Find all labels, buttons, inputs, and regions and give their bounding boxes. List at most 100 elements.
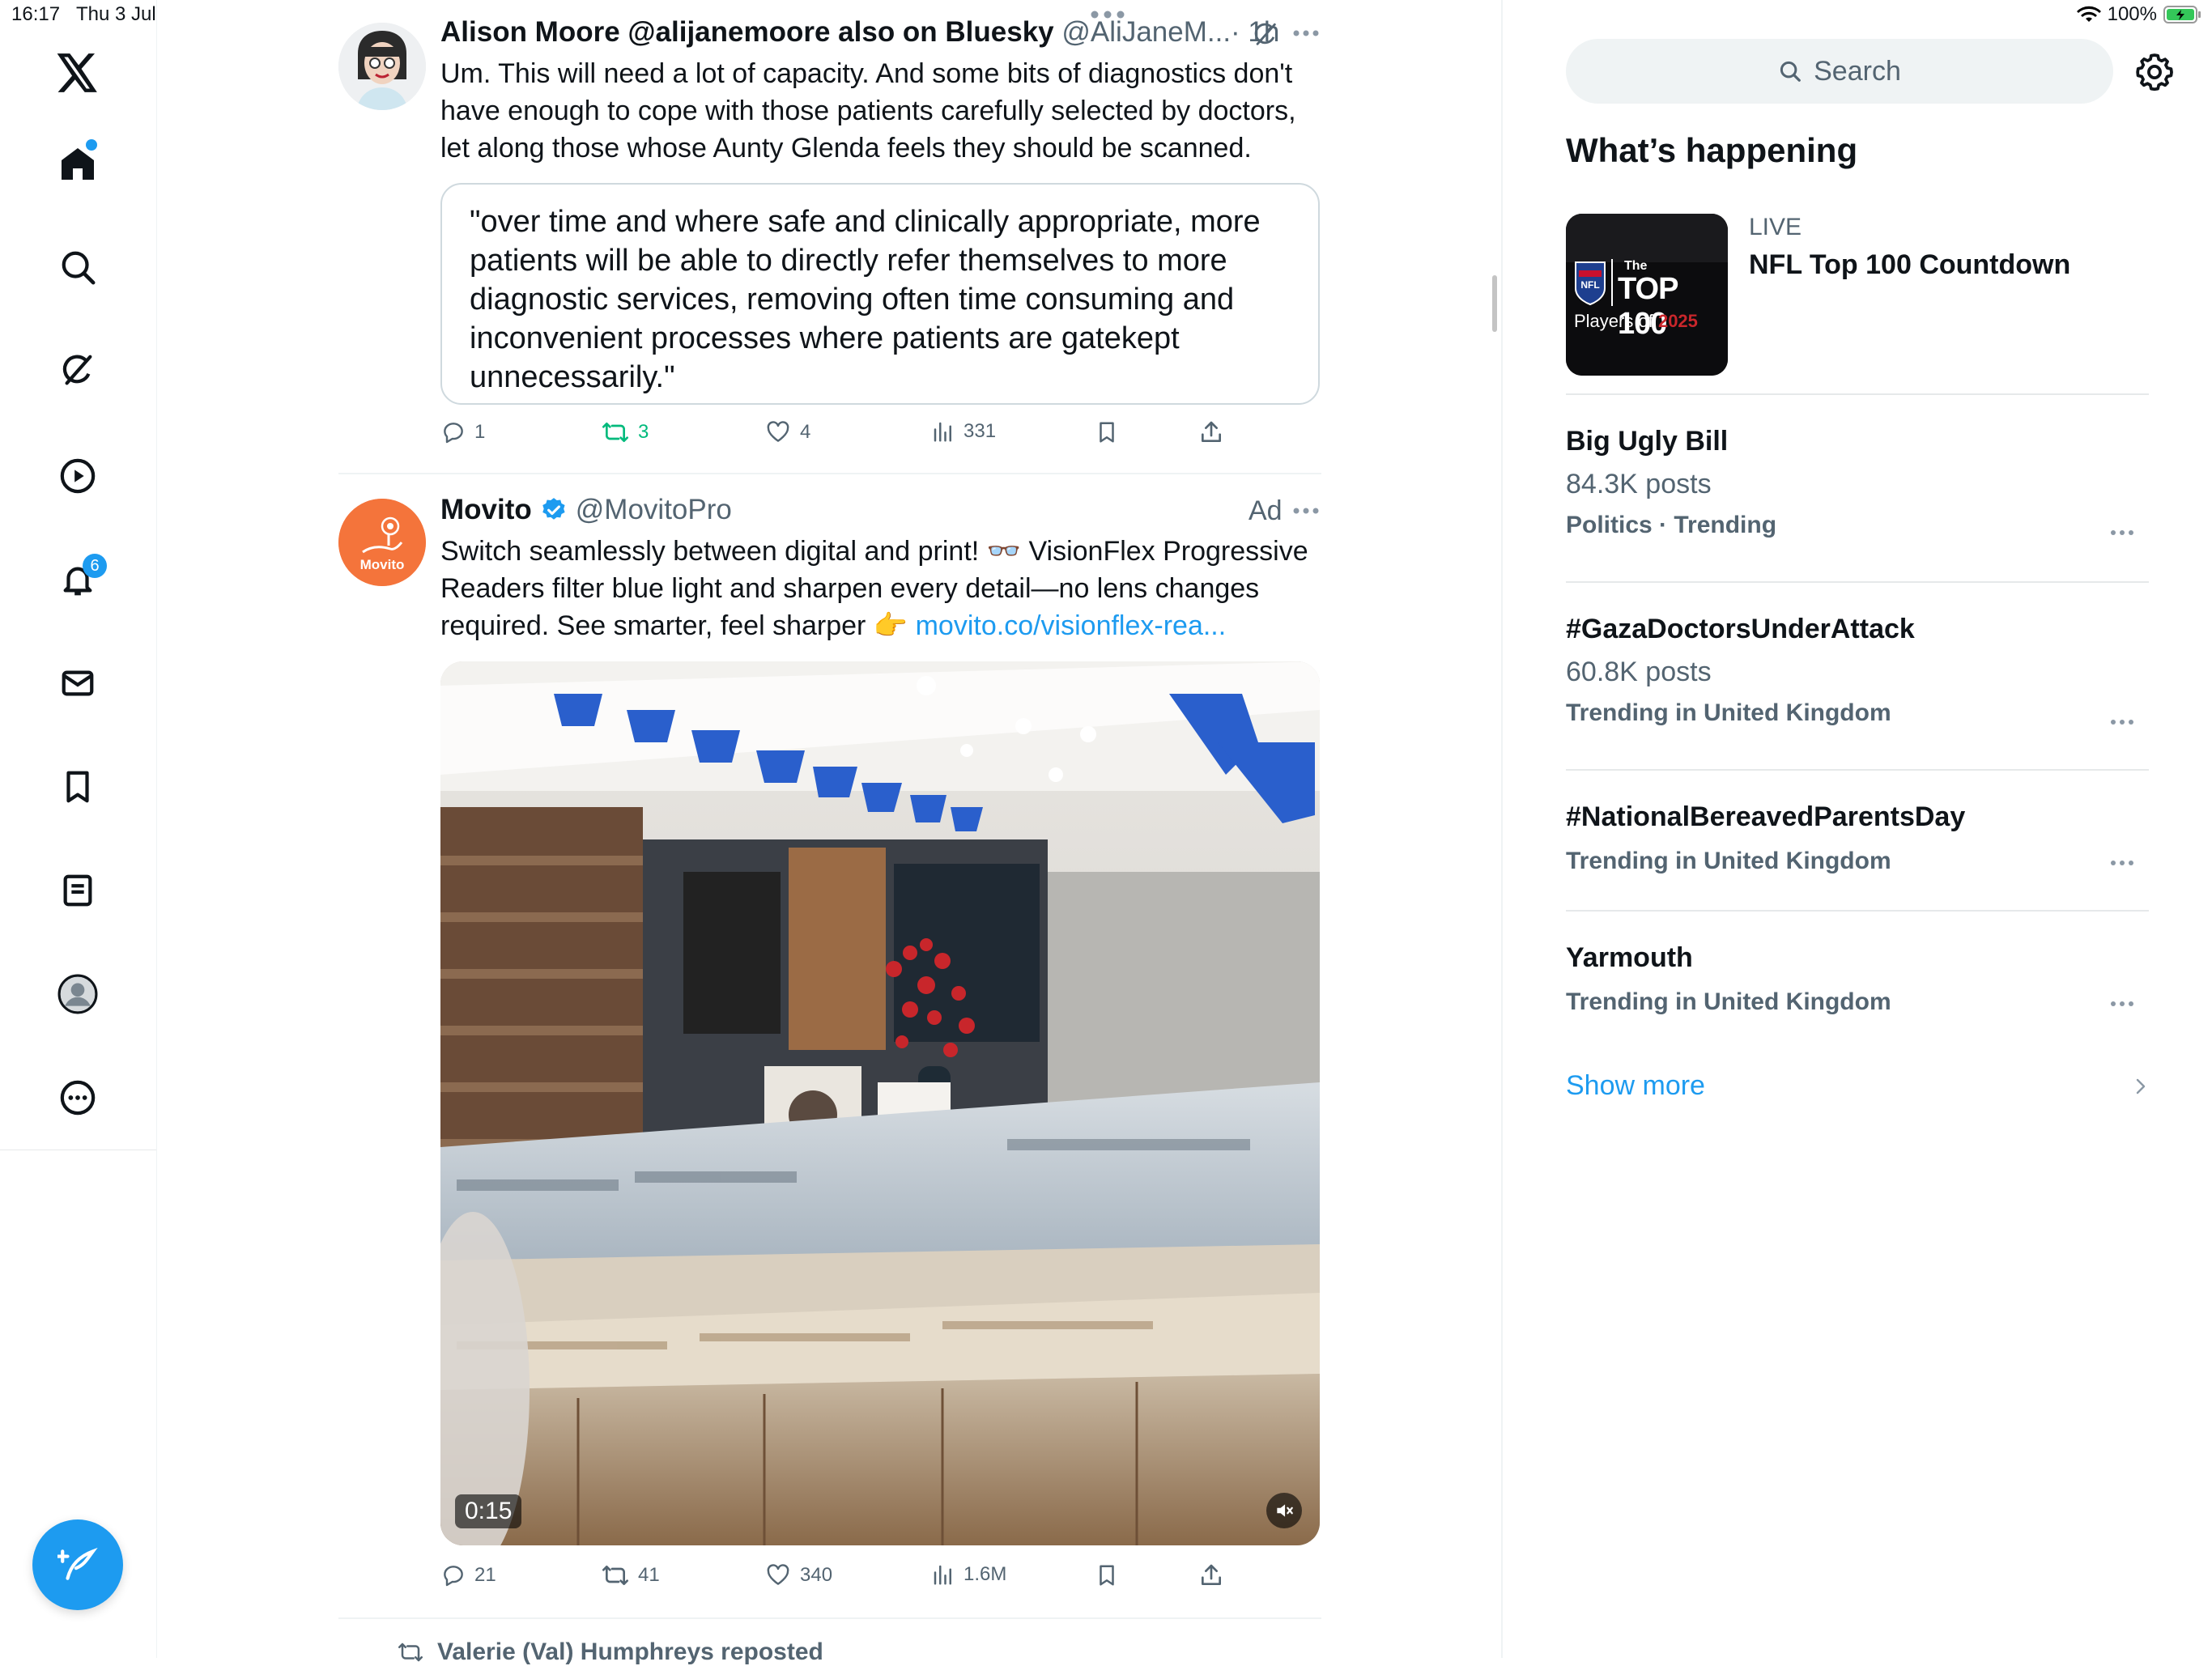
views-count: 331 (963, 420, 997, 442)
thumb-players-of: Players of (1574, 311, 1653, 331)
ad-views-count: 1.6M (963, 1563, 1007, 1585)
ad-label: Ad (1249, 495, 1283, 526)
ad-author-name[interactable]: Movito (440, 494, 532, 526)
author-name[interactable]: Alison Moore @alijanemoore also on Blues… (440, 16, 1054, 48)
more-icon[interactable] (49, 1069, 107, 1127)
live-event-title[interactable]: NFL Top 100 Countdown (1749, 249, 2070, 281)
ad-tweet-text: Switch seamlessly between digital and pr… (440, 533, 1323, 644)
repost-context-text[interactable]: Valerie (Val) Humphreys reposted (437, 1638, 823, 1666)
video-duration: 0:15 (455, 1494, 522, 1528)
ad-reply-button[interactable]: 21 (440, 1562, 496, 1588)
ad-tweet-header: Movito @MovitoPro (440, 494, 732, 526)
bookmarks-icon[interactable] (49, 758, 107, 816)
battery-percent: 100% (2107, 3, 2157, 25)
ad-share-button[interactable] (1198, 1562, 1224, 1588)
tweet-divider (338, 1617, 1321, 1619)
trend-more-icon[interactable] (2110, 860, 2134, 866)
author-handle[interactable]: @AliJaneM... (1061, 16, 1231, 48)
like-count: 4 (800, 421, 811, 443)
trend-category: Trending in United Kingdom (1566, 848, 1891, 874)
verified-badge-icon (540, 496, 568, 524)
repost-context-icon (397, 1640, 424, 1664)
ad-author-handle[interactable]: @MovitoPro (576, 494, 732, 526)
notifications-badge: 6 (83, 554, 107, 578)
bookmark-button[interactable] (1095, 419, 1119, 445)
repost-count: 3 (638, 421, 649, 443)
author-avatar[interactable] (338, 23, 426, 110)
compose-post-button[interactable] (32, 1519, 123, 1610)
settings-gear-icon[interactable] (2134, 52, 2175, 92)
messages-icon[interactable] (49, 654, 107, 712)
svg-text:NFL: NFL (1580, 279, 1599, 291)
show-more-link[interactable]: Show more (1566, 1070, 1705, 1102)
like-button[interactable]: 4 (764, 419, 810, 445)
views-button[interactable]: 331 (931, 419, 996, 444)
trend-item[interactable]: Big Ugly Bill 84.3K posts Politics · Tre… (1566, 426, 2149, 539)
status-indicators: 100% (2076, 3, 2202, 26)
repost-button[interactable]: 3 (601, 419, 649, 445)
ad-reply-count: 21 (474, 1564, 496, 1586)
grok-icon[interactable] (49, 342, 107, 400)
grok-explain-icon[interactable] (1252, 21, 1279, 49)
tweet-divider (338, 473, 1321, 474)
x-logo-icon[interactable] (49, 44, 107, 102)
reply-button[interactable]: 1 (440, 419, 485, 445)
wifi-icon (2076, 6, 2101, 23)
video-icon[interactable] (49, 447, 107, 505)
ad-like-count: 340 (800, 1564, 833, 1586)
search-placeholder: Search (1814, 55, 1901, 87)
mute-toggle-icon[interactable] (1266, 1493, 1302, 1528)
search-icon[interactable] (49, 238, 107, 296)
ad-views-button[interactable]: 1.6M (931, 1562, 1006, 1587)
home-unread-dot (86, 139, 97, 151)
live-label: LIVE (1749, 214, 1802, 240)
home-icon[interactable] (49, 134, 107, 193)
thumb-year: 2025 (1657, 311, 1698, 331)
trend-more-icon[interactable] (2110, 1001, 2134, 1007)
trend-category: Politics · Trending (1566, 512, 1777, 538)
trend-more-icon[interactable] (2110, 719, 2134, 725)
share-button[interactable] (1198, 419, 1224, 445)
trend-divider (1566, 910, 2149, 912)
trend-item[interactable]: #NationalBereavedParentsDay Trending in … (1566, 801, 2149, 875)
chevron-right-icon[interactable] (2134, 1077, 2147, 1096)
trend-more-icon[interactable] (2110, 529, 2134, 536)
ad-video[interactable] (440, 661, 1320, 1545)
trend-title: #GazaDoctorsUnderAttack (1566, 614, 1915, 644)
thumb-players: Players of 2025 (1574, 311, 1698, 332)
column-divider (1501, 0, 1503, 1658)
ad-repost-count: 41 (638, 1564, 660, 1586)
trend-title: Yarmouth (1566, 942, 1693, 973)
trend-title: Big Ugly Bill (1566, 426, 1729, 457)
ad-like-button[interactable]: 340 (764, 1562, 832, 1588)
trend-category: Trending in United Kingdom (1566, 699, 1891, 726)
tweet-header: Alison Moore @alijanemoore also on Blues… (440, 16, 1279, 49)
tweet-more-icon[interactable] (1292, 29, 1320, 37)
trend-item[interactable]: #GazaDoctorsUnderAttack 60.8K posts Tren… (1566, 614, 2149, 727)
trend-divider (1566, 769, 2149, 771)
repost-context: Valerie (Val) Humphreys reposted (397, 1638, 823, 1666)
ad-repost-button[interactable]: 41 (601, 1562, 660, 1588)
reply-count: 1 (474, 421, 486, 443)
quote-box[interactable]: "over time and where safe and clinically… (440, 183, 1320, 405)
trend-divider (1566, 393, 2149, 395)
search-field-icon (1778, 59, 1802, 83)
ad-more-icon[interactable] (1292, 507, 1320, 515)
ad-bookmark-button[interactable] (1095, 1562, 1119, 1588)
trend-posts: 84.3K posts (1566, 469, 1712, 499)
movito-avatar[interactable]: Movito (338, 499, 426, 586)
movito-avatar-text: Movito (359, 557, 405, 572)
ad-link[interactable]: movito.co/visionflex-rea... (916, 610, 1227, 641)
trend-item[interactable]: Yarmouth Trending in United Kingdom (1566, 942, 2149, 1016)
trend-posts: 60.8K posts (1566, 657, 1712, 687)
live-event-thumbnail[interactable]: NFL The TOP 100 Players of 2025 (1566, 214, 1728, 376)
search-field[interactable]: Search (1566, 39, 2113, 104)
profile-avatar-icon[interactable] (49, 965, 107, 1023)
lists-icon[interactable] (49, 861, 107, 920)
feed-scrollbar[interactable] (1492, 275, 1497, 332)
trend-divider (1566, 581, 2149, 583)
whats-happening-title: What’s happening (1566, 131, 1858, 169)
quote-text: "over time and where safe and clinically… (470, 205, 1261, 394)
ad-tweet-actions: 21 41 340 1.6M (440, 1562, 1323, 1595)
tweet-actions: 1 3 4 331 (440, 419, 1323, 452)
